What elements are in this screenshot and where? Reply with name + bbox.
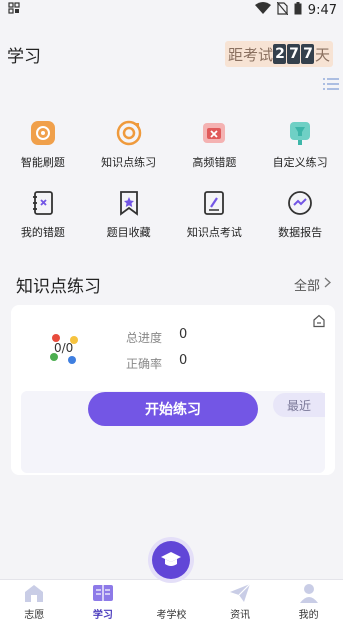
grid-item-frequent-mistakes[interactable]: 高频错题 — [172, 118, 258, 170]
tab-study[interactable]: 学习 — [69, 581, 137, 621]
grid-item-knowledge-exam[interactable]: 知识点考试 — [172, 188, 258, 240]
grid-label: 我的错题 — [20, 226, 65, 239]
total-progress-value: 0 — [179, 327, 188, 342]
knowledge-practice-icon — [114, 118, 144, 148]
countdown-digit: 2 — [273, 44, 287, 64]
grid-label: 知识点考试 — [186, 226, 242, 239]
home-icon[interactable] — [312, 313, 326, 332]
accuracy-value: 0 — [179, 353, 188, 368]
news-icon — [229, 581, 251, 605]
grid-label: 数据报告 — [278, 226, 323, 239]
accuracy-label: 正确率 — [126, 357, 163, 371]
favorites-icon — [114, 188, 144, 218]
page-header: 学习 距考试 2 7 7 天 — [0, 36, 343, 72]
grid-item-favorites[interactable]: 题目收藏 — [86, 188, 172, 240]
graduation-cap-icon — [152, 541, 191, 579]
see-all-label: 全部 — [293, 278, 320, 294]
grid-label: 智能刷题 — [20, 156, 65, 169]
countdown-digit: 7 — [301, 44, 315, 64]
frequent-mistakes-icon — [199, 118, 229, 148]
status-time: 9:47 — [307, 2, 337, 18]
grid-item-knowledge-practice[interactable]: 知识点练习 — [86, 118, 172, 170]
data-report-icon — [285, 188, 315, 218]
progress-count: 0/0 — [54, 341, 74, 355]
menu-list-icon[interactable] — [322, 76, 340, 92]
section-header: 知识点练习 全部 — [0, 270, 343, 298]
recent-tag[interactable]: 最近 — [273, 393, 325, 417]
tab-exam-school[interactable]: 考学校 — [137, 541, 205, 621]
grid-label: 知识点练习 — [101, 156, 157, 169]
tab-label: 资讯 — [230, 610, 251, 621]
profile-icon — [298, 581, 320, 605]
tab-news[interactable]: 资讯 — [206, 581, 274, 621]
knowledge-exam-icon — [199, 188, 229, 218]
study-icon — [92, 581, 114, 605]
custom-practice-icon — [285, 118, 315, 148]
grid-label: 自定义练习 — [272, 156, 328, 169]
section-title: 知识点练习 — [16, 276, 101, 297]
status-bar: 9:47 — [0, 0, 343, 20]
countdown-digit: 7 — [287, 44, 301, 64]
chevron-right-icon — [324, 277, 331, 292]
grid-item-data-report[interactable]: 数据报告 — [257, 188, 343, 240]
card-action-area: 开始练习 最近 — [21, 391, 325, 473]
tab-profile[interactable]: 我的 — [275, 581, 343, 621]
wifi-icon — [254, 2, 271, 18]
grid-item-custom-practice[interactable]: 自定义练习 — [257, 118, 343, 170]
feature-grid: 智能刷题 知识点练习 高频错题 自定义练习 我的错题 题目收藏 知识点考试 数据… — [0, 118, 343, 240]
grid-item-my-mistakes[interactable]: 我的错题 — [0, 188, 86, 240]
grid-label: 高频错题 — [192, 156, 237, 169]
practice-card: 0/0 总进度 0 正确率 0 开始练习 最近 — [11, 305, 335, 475]
tab-label: 考学校 — [156, 610, 187, 621]
grid-item-smart-practice[interactable]: 智能刷题 — [0, 118, 86, 170]
countdown-prefix: 距考试 — [227, 45, 273, 64]
see-all-link[interactable]: 全部 — [294, 275, 331, 294]
no-sim-icon — [276, 1, 289, 19]
smart-practice-icon — [28, 118, 58, 148]
volunteer-icon — [23, 581, 45, 605]
battery-icon — [294, 1, 302, 19]
page-title: 学习 — [7, 46, 41, 67]
bottom-tab-bar: 志愿 学习 考学校 资讯 我的 — [0, 541, 343, 625]
grid-label: 题目收藏 — [106, 226, 151, 239]
tab-label: 志愿 — [24, 610, 45, 621]
start-practice-button[interactable]: 开始练习 — [88, 392, 258, 426]
tab-label: 学习 — [92, 610, 113, 621]
tab-volunteer[interactable]: 志愿 — [0, 581, 68, 621]
exam-countdown[interactable]: 距考试 2 7 7 天 — [224, 41, 333, 67]
tab-label: 我的 — [298, 610, 319, 621]
notification-icon — [8, 2, 20, 18]
countdown-suffix: 天 — [314, 45, 330, 64]
total-progress-label: 总进度 — [126, 331, 163, 345]
my-mistakes-icon — [28, 188, 58, 218]
